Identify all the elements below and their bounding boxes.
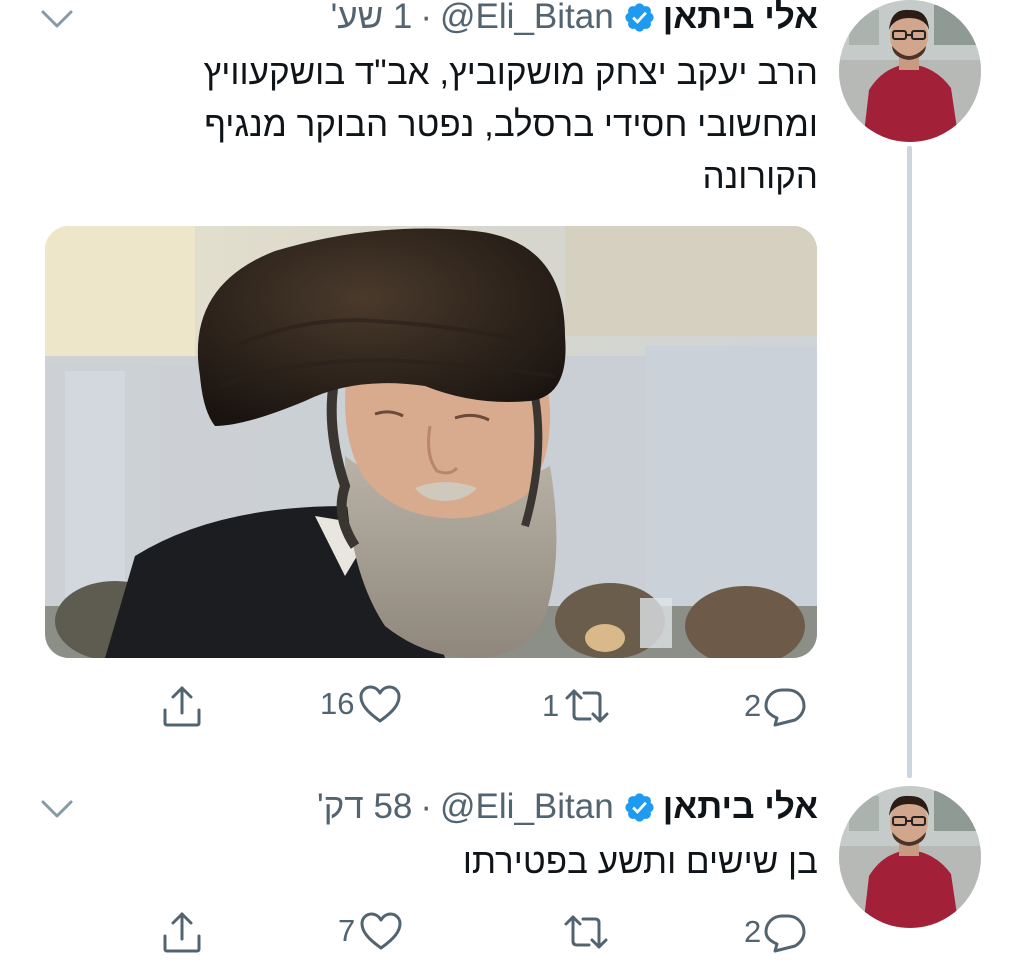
time[interactable]: 58 דק': [317, 787, 412, 827]
display-name[interactable]: אלי ביתאן: [663, 0, 818, 37]
retweet-button[interactable]: [562, 912, 610, 952]
like-icon: [359, 911, 403, 951]
retweet-icon: [562, 912, 610, 952]
avatar[interactable]: [839, 0, 981, 142]
tweet-text: בן שישים ותשע בפטירתו: [128, 836, 818, 888]
chevron-down-icon[interactable]: [40, 798, 74, 820]
tweet-text-line: ומחשובי חסידי ברסלב, נפטר הבוקר מנגיף: [204, 105, 818, 144]
share-button[interactable]: [160, 684, 204, 728]
tweet-header: אלי ביתאן 58 דק' · @Eli_Bitan: [317, 786, 818, 828]
tweet-text-line: הרב יעקב יצחק מושקוביץ, אב"ד בושקעוויץ: [203, 53, 818, 92]
reply-icon: [763, 685, 807, 727]
like-button[interactable]: 7: [338, 911, 403, 951]
thread-connector-line: [907, 146, 912, 778]
verified-badge-icon: [623, 791, 656, 824]
tweet-text: הרב יעקב יצחק מושקוביץ, אב"ד בושקעוויץ ו…: [128, 47, 818, 203]
tweet-media-photo[interactable]: [45, 226, 817, 658]
like-count: 7: [338, 913, 356, 948]
handle[interactable]: @Eli_Bitan: [440, 787, 614, 827]
like-icon: [358, 684, 402, 724]
avatar[interactable]: [839, 786, 981, 928]
verified-badge-icon: [623, 1, 656, 34]
share-button[interactable]: [160, 910, 204, 954]
reply-icon: [763, 911, 807, 953]
tweet-text-line: בן שישים ותשע בפטירתו: [462, 842, 818, 881]
time[interactable]: 1 שע': [331, 0, 413, 37]
reply-count: 2: [744, 688, 762, 723]
retweet-icon: [563, 686, 611, 726]
retweet-button[interactable]: 1: [542, 686, 611, 726]
separator: ·: [420, 0, 433, 36]
reply-button[interactable]: 2: [744, 911, 807, 953]
retweet-count: 1: [542, 688, 560, 723]
reply-button[interactable]: 2: [744, 685, 807, 727]
chevron-down-icon[interactable]: [40, 8, 74, 30]
tweet-header: אלי ביתאן 1 שע' · @Eli_Bitan: [331, 0, 818, 38]
handle[interactable]: @Eli_Bitan: [440, 0, 614, 37]
like-button[interactable]: 16: [320, 684, 402, 724]
display-name[interactable]: אלי ביתאן: [663, 787, 818, 827]
tweet-meta: 1 שע' · @Eli_Bitan: [331, 0, 614, 37]
tweet-text-line: הקורונה: [702, 157, 818, 196]
tweet-meta: 58 דק' · @Eli_Bitan: [317, 787, 614, 827]
like-count: 16: [320, 686, 355, 721]
share-icon: [160, 684, 204, 728]
reply-count: 2: [744, 914, 762, 949]
separator: ·: [420, 787, 433, 826]
share-icon: [160, 910, 204, 954]
